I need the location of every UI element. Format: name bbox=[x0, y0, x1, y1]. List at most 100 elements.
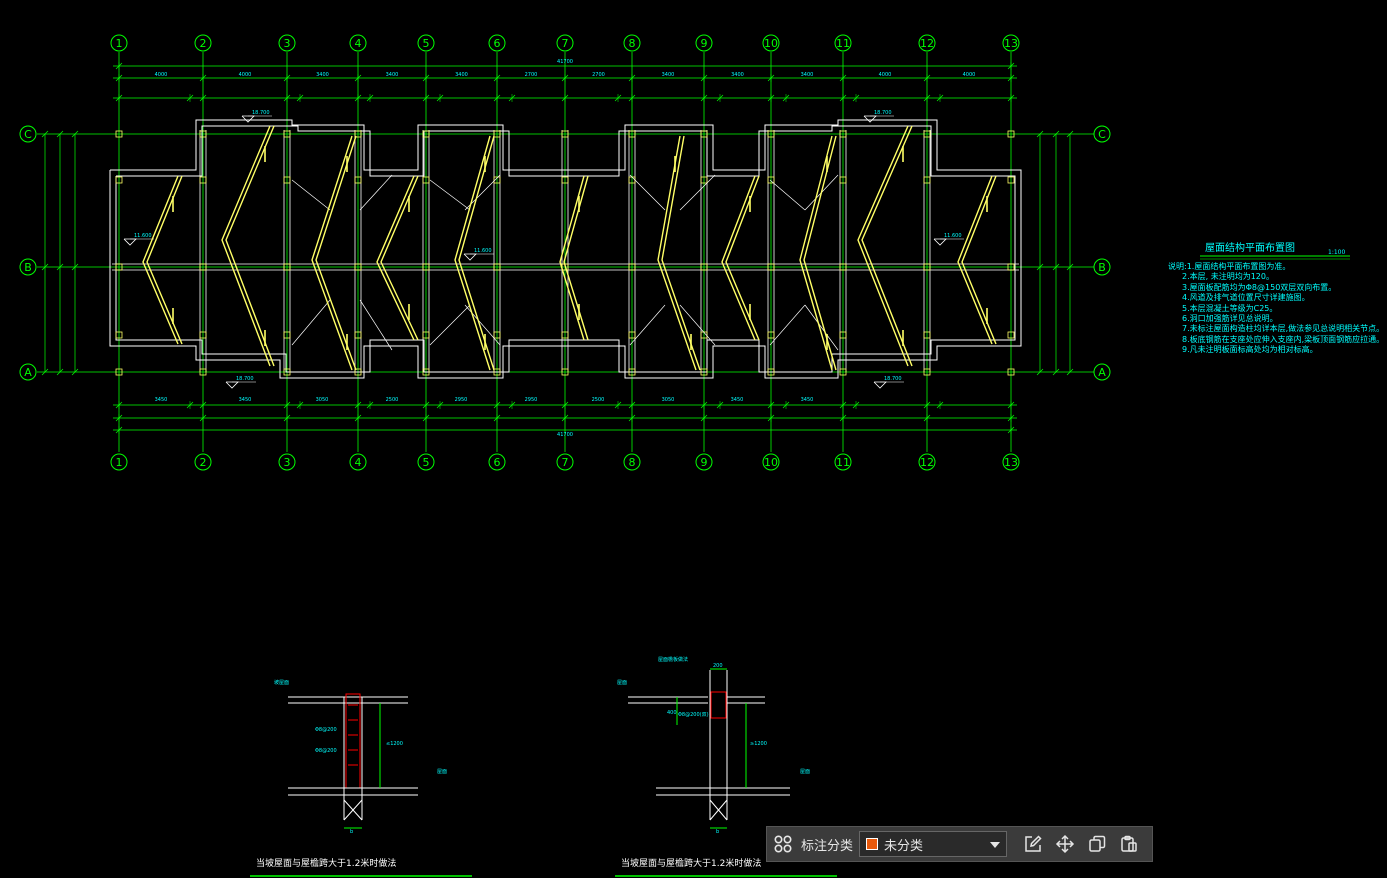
dimension-text: 3450 bbox=[731, 397, 744, 403]
elevation-text: 18.700 bbox=[236, 376, 254, 382]
note-item: 2.本层, 未注明均为120。 bbox=[1182, 272, 1274, 282]
dimension-text: 2950 bbox=[525, 397, 538, 403]
dimension-text: 3400 bbox=[801, 72, 814, 78]
detail1-label-rebar2: Φ8@200 bbox=[315, 748, 337, 754]
outer-wall bbox=[109, 119, 1022, 379]
axis-bubble-label: 3 bbox=[284, 456, 291, 469]
section-detail-1: 坡屋面 Φ8@200 Φ8@200 屋面 ≤1200 b 当坡屋面与屋檐跨大于1… bbox=[250, 679, 472, 877]
rebar-chevron bbox=[146, 175, 183, 345]
dimension-text: 4000 bbox=[879, 72, 892, 78]
axis-bubble-label: 9 bbox=[701, 456, 708, 469]
detail1-label-floor: 屋面 bbox=[437, 769, 447, 775]
category-select-value: 未分类 bbox=[884, 838, 924, 854]
axis-bubble-label: C bbox=[24, 128, 32, 141]
axis-bubble-label: 7 bbox=[562, 37, 569, 50]
roof-ridge-line bbox=[679, 174, 716, 211]
plan-title: 屋面结构平面布置图 bbox=[1205, 241, 1295, 254]
dimension-text: 4000 bbox=[155, 72, 168, 78]
roof-ridge-line bbox=[429, 179, 471, 211]
grid-icon[interactable] bbox=[767, 828, 799, 860]
detail2-label-eave: 屋面檐板做法 bbox=[658, 656, 688, 663]
axis-bubble-label: 6 bbox=[494, 456, 501, 469]
inner-wall bbox=[115, 125, 1016, 373]
copy-icon[interactable] bbox=[1081, 828, 1113, 860]
elevation-text: 18.700 bbox=[884, 376, 902, 382]
detail1-label-roof: 坡屋面 bbox=[274, 679, 289, 686]
axis-bubble-label: 13 bbox=[1004, 456, 1018, 469]
detail2-label-roof: 屋面 bbox=[617, 680, 627, 686]
roof-ridge-line bbox=[464, 304, 501, 346]
axis-bubble-label: 12 bbox=[920, 456, 934, 469]
rebar-lines bbox=[142, 125, 997, 371]
dimension-lines: 4000 4000 3400 3400 3400 2700 2700 3400 3400 3400… bbox=[41, 62, 1074, 434]
axis-bubble-label: 2 bbox=[200, 37, 207, 50]
roof-ridge-line bbox=[769, 304, 806, 346]
detail2-label-span: ≥1200 bbox=[750, 741, 767, 747]
dimension-text: 3400 bbox=[455, 72, 468, 78]
edit-icon[interactable] bbox=[1017, 828, 1049, 860]
note-item: 7.未标注屋面构造柱均详本层,做法参见总说明相关节点。 bbox=[1182, 324, 1385, 334]
axis-bubble-label: 11 bbox=[836, 456, 850, 469]
axis-bubble-label: 10 bbox=[764, 456, 778, 469]
elevation-triangle bbox=[241, 115, 255, 123]
paste-icon[interactable] bbox=[1113, 828, 1145, 860]
axis-bubble-label: B bbox=[24, 261, 32, 274]
axis-bubble-label: 1 bbox=[116, 37, 123, 50]
roof-ridge-line bbox=[804, 304, 839, 351]
detail1-label-span: ≤1200 bbox=[386, 741, 403, 747]
rebar-chevron bbox=[225, 125, 275, 367]
detail2-label-200: 200 bbox=[713, 663, 723, 669]
axis-bubble-label: 8 bbox=[629, 456, 636, 469]
chevron-down-icon bbox=[990, 837, 1001, 852]
note-item: 3.屋面板配筋均为Φ8@150双层双向布置。 bbox=[1182, 282, 1337, 292]
rebar-chevron bbox=[961, 175, 997, 345]
elevation-text: 11.600 bbox=[944, 233, 962, 239]
dimension-text: 3450 bbox=[155, 397, 168, 403]
cad-drawing-canvas[interactable]: 4000 4000 3400 3400 3400 2700 2700 3400 3400 3400… bbox=[0, 0, 1387, 878]
detail2-caption: 当坡屋面与屋檐跨大于1.2米时做法 bbox=[621, 857, 761, 869]
move-icon[interactable] bbox=[1049, 828, 1081, 860]
note-item: 8.板底钢筋在支座处应伸入支座内,梁板顶面钢筋应拉通。 bbox=[1182, 334, 1385, 344]
dimension-text: 2700 bbox=[525, 72, 538, 78]
detail1-caption: 当坡屋面与屋檐跨大于1.2米时做法 bbox=[256, 857, 396, 869]
axis-bubble-label: 13 bbox=[1004, 37, 1018, 50]
rebar-chevron bbox=[803, 135, 837, 371]
dimension-text: 4000 bbox=[963, 72, 976, 78]
axis-bubble-label: 6 bbox=[494, 37, 501, 50]
axis-bubble-label: 5 bbox=[423, 37, 430, 50]
dimension-text: 3400 bbox=[386, 72, 399, 78]
note-item: 9.凡未注明板面标高处均为相对标高。 bbox=[1182, 345, 1318, 355]
note-item: 6.洞口加强筋详见总说明。 bbox=[1182, 314, 1278, 324]
elevation-triangle bbox=[933, 238, 947, 246]
detail2-label-floor: 屋面 bbox=[800, 769, 810, 775]
annotation-category-label: 标注分类 bbox=[801, 838, 854, 854]
dimension-text: 4000 bbox=[239, 72, 252, 78]
axis-bubble-label: A bbox=[24, 366, 32, 379]
dimension-text: 3050 bbox=[662, 397, 675, 403]
overall-dim-top: 41700 bbox=[557, 59, 573, 65]
detail2-label-400: 400 bbox=[667, 710, 677, 716]
axis-bubble-label: 3 bbox=[284, 37, 291, 50]
rebar-chevron bbox=[661, 135, 701, 371]
overall-dim-bottom: 41700 bbox=[557, 432, 573, 438]
roof-ridge-line bbox=[359, 174, 393, 211]
elevation-triangle bbox=[463, 253, 477, 261]
axis-bubble-label: 4 bbox=[355, 456, 362, 469]
detail2-label-rebar: Φ8@200(双) bbox=[678, 712, 709, 718]
axis-bubble-label: A bbox=[1098, 366, 1106, 379]
axis-bubble-label: C bbox=[1098, 128, 1106, 141]
elevation-text: 18.700 bbox=[874, 110, 892, 116]
annotation-category-select[interactable]: 未分类 bbox=[859, 831, 1008, 857]
dimension-text: 3400 bbox=[731, 72, 744, 78]
notes-heading: 说明:1.屋面结构平面布置图为准。 bbox=[1168, 262, 1291, 271]
elevation-text: 18.700 bbox=[252, 110, 270, 116]
detail1-label-b: b bbox=[350, 829, 353, 835]
rebar-chevron bbox=[861, 125, 913, 367]
plan-walls bbox=[109, 119, 1022, 379]
elevation-text: 11.600 bbox=[134, 233, 152, 239]
dimension-text: 2500 bbox=[592, 397, 605, 403]
note-item: 4.风道及排气道位置尺寸详建施图。 bbox=[1182, 293, 1310, 303]
rebar-chevron bbox=[380, 175, 419, 341]
general-notes: 说明:1.屋面结构平面布置图为准。 2.本层, 未注明均为120。 3.屋面板配… bbox=[1168, 262, 1384, 356]
dimension-text: 3050 bbox=[316, 397, 329, 403]
